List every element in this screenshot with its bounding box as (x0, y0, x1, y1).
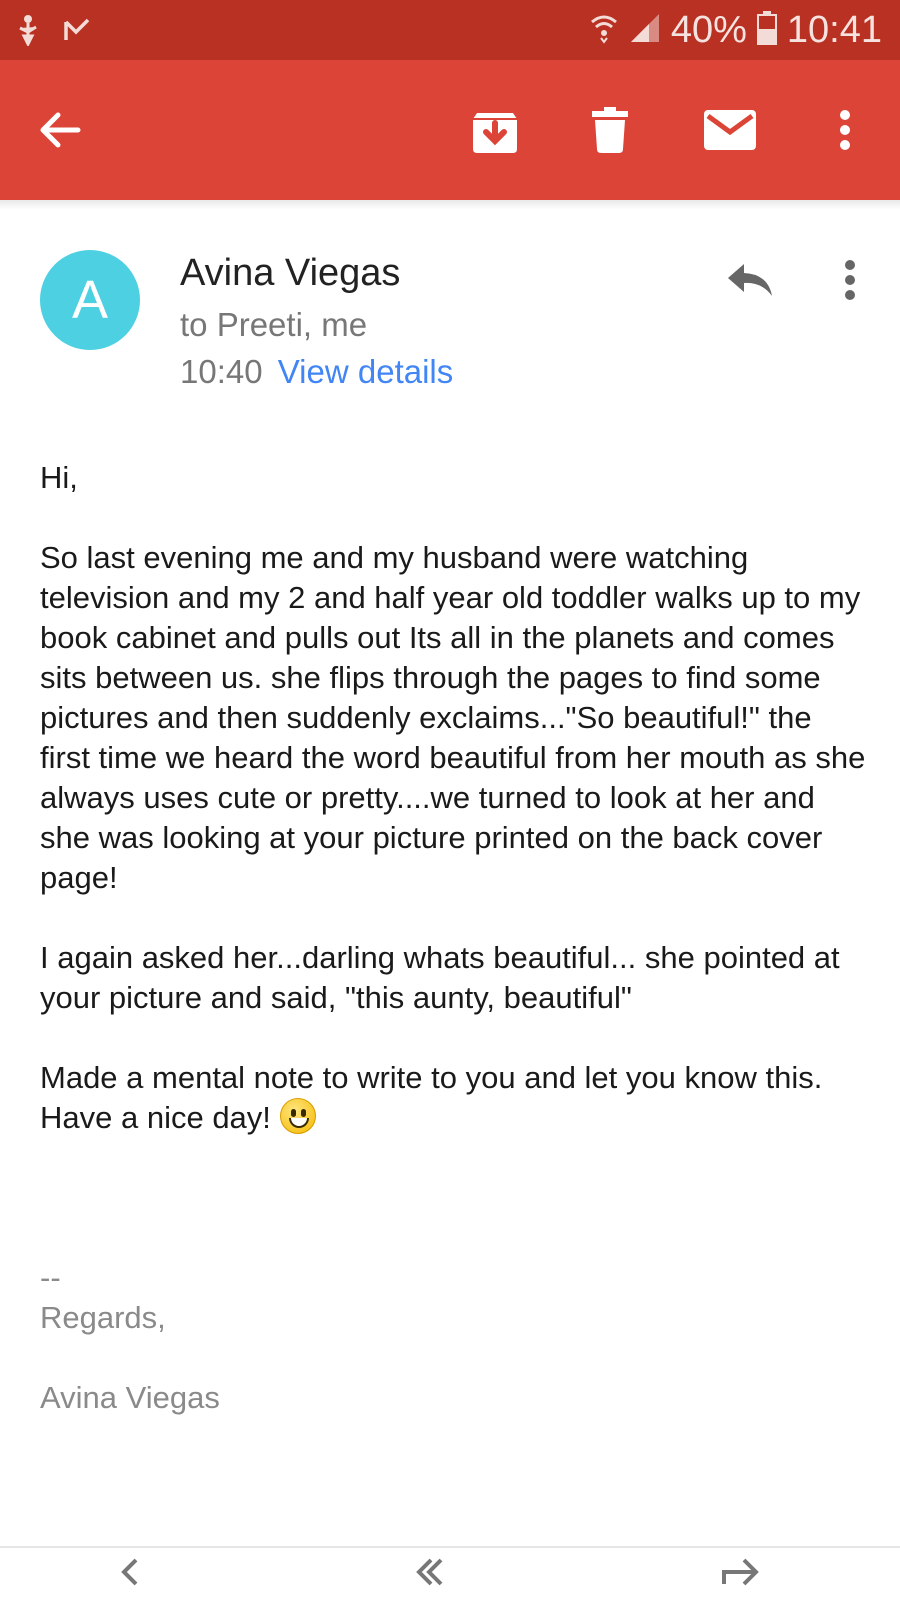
status-bar: 40% 10:41 (0, 0, 900, 60)
grinning-emoji-icon (279, 1098, 316, 1134)
battery-icon (756, 10, 777, 50)
missed-check-icon (62, 14, 92, 51)
sender-name: Avina Viegas (180, 252, 401, 294)
avatar[interactable]: A (40, 250, 140, 350)
signature-dashes: -- (40, 1260, 61, 1295)
mark-unread-icon[interactable] (700, 60, 760, 200)
wifi-icon (589, 12, 619, 49)
app-bar (0, 60, 900, 200)
body-closing: Made a mental note to write to you and l… (40, 1058, 870, 1138)
usb-debug-icon (14, 14, 42, 51)
body-closing-text: Made a mental note to write to you and l… (40, 1060, 823, 1135)
reply-all-action-icon[interactable] (395, 1548, 475, 1600)
signature-name: Avina Viegas (40, 1380, 220, 1415)
sent-time: 10:40 (180, 353, 263, 390)
reply-icon[interactable] (720, 250, 780, 310)
delete-icon[interactable] (580, 60, 640, 200)
reply-action-icon[interactable] (100, 1548, 180, 1600)
body-greeting: Hi, (40, 460, 78, 495)
forward-action-icon[interactable] (700, 1548, 780, 1600)
archive-icon[interactable] (465, 60, 525, 200)
email-header: A Avina Viegas to Preeti, me 10:40 View … (0, 210, 900, 400)
app-bar-shadow (0, 200, 900, 210)
time-row: 10:40 View details (180, 353, 453, 391)
body-paragraph: I again asked her...darling whats beauti… (40, 940, 840, 1015)
back-arrow-icon[interactable] (30, 60, 90, 200)
signal-icon (629, 12, 661, 49)
message-more-icon[interactable] (820, 250, 880, 310)
more-vert-icon[interactable] (820, 60, 870, 200)
body-paragraph: So last evening me and my husband were w… (40, 540, 866, 895)
bottom-action-bar (0, 1548, 900, 1600)
recipients: to Preeti, me (180, 306, 368, 343)
battery-percent: 40% (670, 8, 747, 51)
view-details-link[interactable]: View details (278, 353, 454, 390)
email-body: Hi, So last evening me and my husband we… (40, 458, 870, 1178)
signature: -- Regards, Avina Viegas (40, 1258, 220, 1418)
signature-regards: Regards, (40, 1300, 166, 1335)
clock: 10:41 (786, 8, 882, 51)
